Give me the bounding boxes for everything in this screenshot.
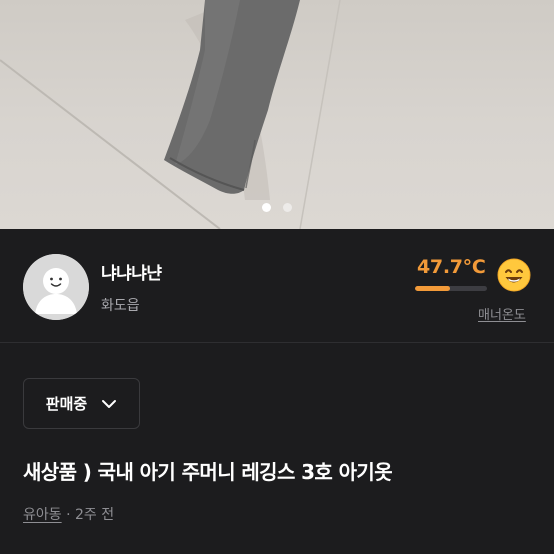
product-photo[interactable]: [0, 0, 554, 229]
sale-status-label: 판매중: [45, 395, 88, 413]
manner-temperature-bar: [415, 286, 487, 291]
listing-meta: 유아동 · 2주 전: [23, 504, 114, 524]
product-image: [0, 0, 341, 229]
default-avatar-icon[interactable]: [23, 254, 89, 320]
manner-temperature-label[interactable]: 매너온도: [478, 304, 526, 323]
sale-status-dropdown[interactable]: 판매중: [23, 378, 140, 429]
smiley-face-icon: [497, 258, 531, 292]
manner-temperature-fill: [415, 286, 450, 291]
seller-name[interactable]: 냐냐냐냔: [101, 259, 162, 284]
listing-time: 2주 전: [75, 507, 115, 523]
listing-category[interactable]: 유아동: [23, 507, 62, 523]
manner-temperature: 47.7°C: [417, 256, 486, 278]
carousel-indicator: [0, 203, 554, 213]
chevron-down-icon: [101, 394, 117, 413]
carousel-dot-active[interactable]: [262, 203, 271, 212]
meta-separator: ·: [61, 507, 75, 523]
listing-title: 새상품 ) 국내 아기 주머니 레깅스 3호 아기옷: [23, 460, 393, 484]
seller-location: 화도읍: [101, 298, 140, 314]
carousel-dot[interactable]: [283, 203, 292, 212]
seller-profile[interactable]: 냐냐냐냔 화도읍 47.7°C 매너온도: [0, 229, 554, 343]
